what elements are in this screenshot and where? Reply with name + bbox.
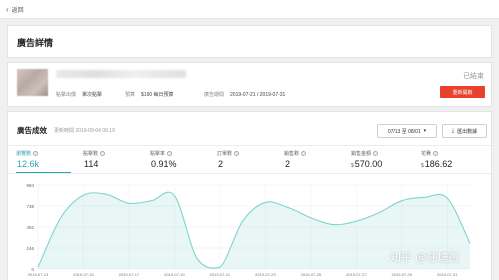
metric-value: 2 (218, 159, 224, 169)
x-tick-label: 2019-07-25 (301, 272, 322, 277)
data-point (310, 217, 312, 219)
x-tick-label: 2019-07-13 (28, 272, 49, 277)
x-tick-label: 2019-07-15 (73, 272, 94, 277)
data-point (37, 266, 39, 268)
ad-detail-panel: 點擊出價 單次點擊 預算 $190 每日預算 廣告期間 2019-07-21 / 20… (7, 62, 492, 107)
y-tick-label: 492 (26, 225, 34, 230)
help-icon: ? (100, 151, 106, 156)
date-range-value: 07/13 至 08/01 (387, 128, 421, 135)
x-tick-label: 2019-07-31 (437, 272, 458, 277)
data-point (446, 197, 448, 199)
x-tick-label: 2019-07-23 (255, 272, 276, 277)
metric-label: 點擊數 (83, 151, 99, 157)
metric-label: 銷售金額 (351, 151, 372, 157)
ad-name-blurred (56, 70, 186, 78)
reopen-ad-label: 重新開啟 (452, 89, 473, 96)
data-point (356, 220, 358, 222)
x-tick-label: 2019-07-19 (164, 272, 185, 277)
data-point (287, 207, 289, 209)
data-point (333, 224, 335, 226)
data-point (219, 266, 221, 268)
metric-label: 瀏覽數 (16, 151, 32, 157)
help-icon: ? (373, 151, 379, 156)
metric-sales-amount[interactable]: 銷售金額? $570.00 (351, 146, 411, 174)
data-point (151, 200, 153, 202)
metric-value: 0.91% (151, 159, 177, 169)
data-point (378, 212, 380, 214)
x-tick-label: 2019-07-17 (119, 272, 140, 277)
x-tick-label: 2019-07-27 (346, 272, 367, 277)
y-tick-label: 984 (26, 183, 34, 188)
metric-value: 114 (84, 159, 99, 169)
status-badge: 已結束 (463, 73, 484, 80)
title-panel: 廣告詳情 (7, 25, 492, 58)
data-point (242, 220, 244, 222)
metric-ctr[interactable]: 點擊率? 0.91% (150, 146, 205, 174)
ad-thumbnail (17, 69, 48, 96)
meta-period: 廣告期間 2019-07-21 / 2019-07-31 (204, 92, 286, 98)
data-point (60, 217, 62, 219)
metric-clicks[interactable]: 點擊數? 114 (83, 146, 138, 174)
data-point (401, 200, 403, 202)
data-point (196, 258, 198, 260)
date-range-select[interactable]: 07/13 至 08/01 ▾ (377, 124, 437, 138)
metric-label: 點擊率 (150, 151, 166, 157)
metric-orders[interactable]: 訂單數? 2 (217, 146, 272, 174)
metrics-row: 瀏覽數? 12.6k 點擊數? 114 點擊率? 0.91% 訂單數? 2 銷售… (8, 145, 491, 174)
help-icon: ? (167, 151, 173, 156)
help-icon: ? (433, 151, 439, 156)
metric-value: 12.6k (17, 159, 40, 169)
data-point (174, 195, 176, 197)
reopen-ad-button[interactable]: 重新開啟 (440, 86, 485, 98)
x-tick-label: 2019-07-29 (392, 272, 413, 277)
page-title: 廣告詳情 (17, 38, 54, 48)
performance-title: 廣告成效 (17, 126, 47, 135)
export-label: 匯出數據 (457, 128, 478, 135)
metric-value: 2 (285, 159, 291, 169)
help-icon: ? (234, 151, 240, 156)
metric-currency: $ (351, 163, 354, 169)
back-button[interactable]: ‹ 返回 (6, 3, 24, 16)
download-icon: ⤓ (451, 128, 455, 134)
data-point (424, 196, 426, 198)
back-label: 返回 (11, 8, 24, 14)
data-point (105, 194, 107, 196)
meta-budget: 預算 $190 每日預算 (125, 92, 174, 98)
metric-label: 花費 (421, 151, 432, 157)
data-point (128, 202, 130, 204)
chevron-down-icon: ▾ (423, 128, 427, 134)
metric-value: 186.62 (424, 159, 453, 169)
metric-sales-count[interactable]: 銷售數? 2 (284, 146, 339, 174)
metrics-divider (8, 173, 491, 174)
export-data-button[interactable]: ⤓ 匯出數據 (442, 124, 487, 138)
updated-time: 更新時間 2019-09-04 09:19 (54, 128, 115, 134)
watermark: 知乎 @任塘蕙 (390, 251, 460, 264)
y-tick-label: 246 (26, 246, 34, 251)
metric-impressions[interactable]: 瀏覽數? 12.6k (16, 146, 71, 174)
data-point (83, 194, 85, 196)
chevron-left-icon: ‹ (6, 4, 9, 14)
help-icon: ? (301, 151, 307, 156)
help-icon: ? (33, 151, 39, 156)
meta-bid: 點擊出價 單次點擊 (56, 92, 103, 98)
x-tick-label: 2019-07-21 (210, 272, 231, 277)
metric-label: 銷售數 (284, 151, 300, 157)
metric-label: 訂單數 (217, 151, 233, 157)
metric-spend[interactable]: 花費? $186.62 (421, 146, 481, 174)
data-point (265, 202, 267, 204)
metric-value: 570.00 (354, 159, 383, 169)
metric-currency: $ (421, 163, 424, 169)
top-bar: ‹ 返回 (0, 0, 499, 19)
data-point (469, 243, 471, 245)
y-tick-label: 738 (26, 204, 34, 209)
